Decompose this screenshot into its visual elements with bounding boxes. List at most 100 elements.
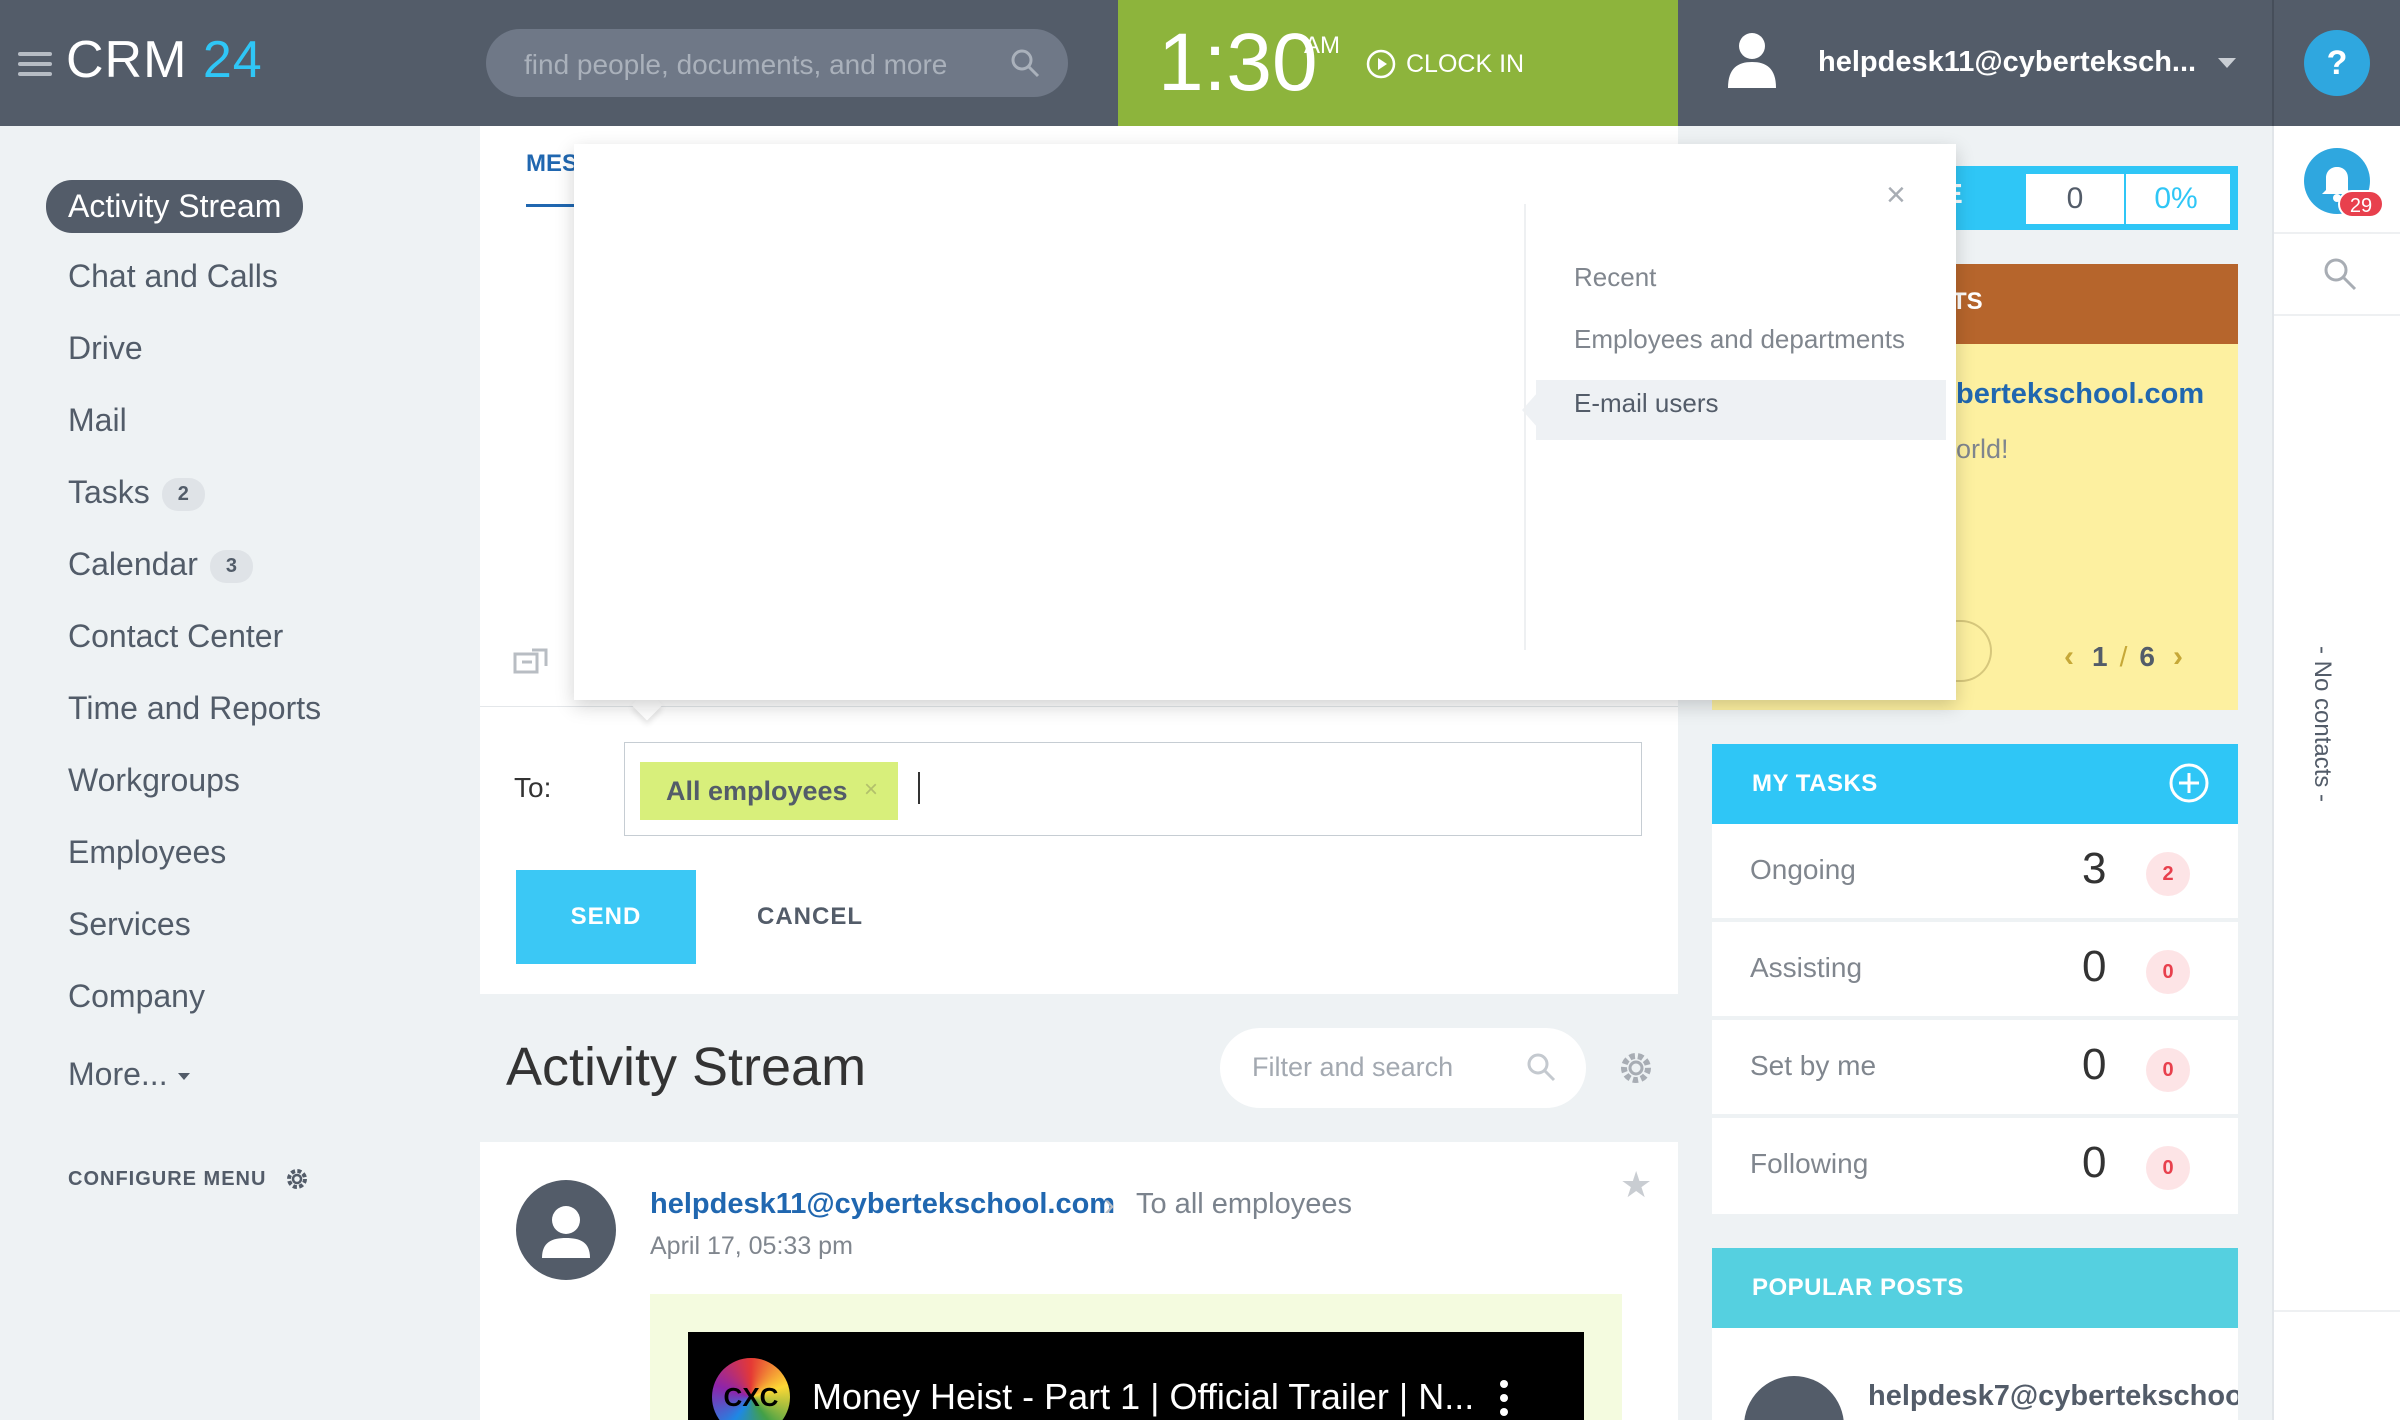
user-avatar-icon — [542, 1206, 590, 1258]
sidebar-item-chat-and-calls[interactable]: Chat and Calls — [68, 258, 278, 295]
clock-in-button[interactable]: CLOCK IN — [1366, 46, 1524, 82]
sidebar-item-services[interactable]: Services — [68, 906, 191, 943]
app-logo[interactable]: CRM 24 — [66, 30, 263, 90]
rail-divider — [2274, 1310, 2400, 1312]
send-button[interactable]: SEND — [516, 870, 696, 964]
filter-placeholder: Filter and search — [1252, 1052, 1454, 1082]
clock-in-label: CLOCK IN — [1406, 49, 1525, 78]
sidebar-item-mail[interactable]: Mail — [68, 402, 127, 439]
sidebar-item-label: Mail — [68, 402, 127, 438]
popup-tab-recent[interactable]: Recent — [1574, 262, 1656, 293]
task-row-ongoing[interactable]: Ongoing 3 2 — [1712, 824, 2238, 920]
popular-posts-title: POPULAR POSTS — [1752, 1274, 1964, 1301]
post-author-link[interactable]: helpdesk11@cybertekschool.com — [650, 1188, 1115, 1221]
play-circle-icon — [1366, 49, 1396, 79]
sidebar-item-workgroups[interactable]: Workgroups — [68, 762, 240, 799]
search-icon[interactable] — [2322, 256, 2358, 292]
close-icon[interactable]: × — [1886, 176, 1906, 215]
menu-hamburger-icon[interactable] — [18, 52, 52, 76]
task-row-label: Ongoing — [1750, 854, 1856, 885]
pager-total: 6 — [2139, 641, 2155, 672]
chevron-right-icon: › — [1104, 1186, 1115, 1222]
sidebar-item-label: Employees — [68, 834, 227, 870]
settings-gear-icon[interactable] — [1618, 1050, 1654, 1086]
clock-widget: 1:30 AM CLOCK IN — [1118, 0, 1678, 126]
favorite-star-icon[interactable]: ★ — [1620, 1164, 1652, 1206]
sidebar-item-label: Company — [68, 978, 205, 1014]
sidebar-item-activity-stream[interactable]: Activity Stream — [46, 180, 304, 233]
task-row-value: 0 — [2082, 1040, 2107, 1089]
sidebar-item-tasks[interactable]: Tasks 2 — [68, 474, 205, 512]
birthday-user-link[interactable]: berteksc‌hool.com — [1956, 378, 2204, 411]
active-tab-underline — [526, 204, 574, 207]
task-row-assisting[interactable]: Assisting 0 0 — [1712, 922, 2238, 1018]
recipient-tag[interactable]: All employees × — [640, 762, 898, 820]
sidebar-item-company[interactable]: Company — [68, 978, 205, 1015]
task-row-following[interactable]: Following 0 0 — [1712, 1118, 2238, 1214]
more-vertical-icon[interactable] — [1500, 1380, 1508, 1420]
sidebar-item-label: Drive — [68, 330, 143, 366]
my-tasks-title[interactable]: MY TASKS — [1752, 770, 1878, 798]
user-avatar-icon — [1728, 33, 1776, 88]
remove-recipient-icon[interactable]: × — [864, 776, 878, 804]
progress-percent: 0% — [2154, 182, 2198, 215]
pager-separator: / — [2119, 641, 2128, 672]
caret-down-icon — [177, 1073, 190, 1081]
birthday-message: orld! — [1956, 434, 2009, 464]
popup-tab-email-users[interactable]: E-mail users — [1574, 388, 1718, 419]
calendar-count-badge: 3 — [209, 550, 253, 584]
text-cursor — [918, 772, 920, 804]
user-menu[interactable]: helpdesk11@cyberteksch... — [1678, 0, 2272, 126]
gear-icon — [287, 1169, 308, 1189]
attach-file-icon[interactable] — [512, 644, 552, 678]
rail-divider — [2274, 314, 2400, 316]
chevron-right-icon[interactable]: › — [2173, 640, 2183, 674]
task-row-value: 0 — [2082, 942, 2107, 991]
global-search-input[interactable]: find people, documents, and more — [486, 29, 1068, 97]
page-title: Activity Stream — [506, 1037, 867, 1097]
sidebar-item-employees[interactable]: Employees — [68, 834, 226, 871]
chevron-left-icon[interactable]: ‹ — [2064, 640, 2074, 674]
sidebar-item-contact-center[interactable]: Contact Center — [68, 618, 283, 655]
logo-text: CRM — [66, 31, 188, 89]
tasks-count-badge: 2 — [161, 478, 205, 512]
post-date: April 17, 05:33 pm — [650, 1232, 853, 1260]
sidebar-item-label: Tasks — [68, 474, 150, 510]
video-title[interactable]: Money Heist - Part 1 | Official Trailer … — [812, 1376, 1474, 1418]
progress-counter: 0 0% — [2026, 174, 2230, 224]
popular-post-author[interactable]: helpdesk7@cybertekschool. — [1868, 1380, 2238, 1413]
popup-tab-employees-and-departments[interactable]: Employees and departments — [1574, 324, 1905, 355]
header-divider — [2272, 0, 2274, 126]
post-destination[interactable]: To all employees — [1136, 1188, 1352, 1221]
cancel-button[interactable]: CANCEL — [722, 870, 898, 964]
clock-ampm: AM — [1304, 32, 1340, 59]
sidebar-item-calendar[interactable]: Calendar 3 — [68, 546, 253, 584]
user-name[interactable]: helpdesk11@cyberteksch... — [1818, 46, 2196, 79]
chevron-down-icon[interactable] — [2218, 58, 2236, 68]
progress-count: 0 — [2026, 174, 2126, 224]
task-row-counter: 0 — [2146, 1146, 2190, 1190]
task-row-counter: 0 — [2146, 1048, 2190, 1092]
task-row-set-by-me[interactable]: Set by me 0 0 — [1712, 1020, 2238, 1116]
task-row-label: Following — [1750, 1148, 1869, 1179]
tab-message[interactable]: MES — [526, 150, 578, 178]
task-row-counter: 0 — [2146, 950, 2190, 994]
right-rail — [2272, 126, 2400, 1420]
sidebar-item-time-and-reports[interactable]: Time and Reports — [68, 690, 321, 727]
task-row-value: 3 — [2082, 844, 2107, 893]
recipient-tag-label: All employees — [666, 775, 848, 806]
task-row-counter: 2 — [2146, 852, 2190, 896]
help-button[interactable]: ? — [2304, 30, 2370, 96]
add-task-icon[interactable] — [2168, 762, 2210, 804]
sidebar-item-label: Contact Center — [68, 618, 284, 654]
search-icon — [1527, 1053, 1556, 1082]
birthdays-title: TS — [1952, 288, 1983, 315]
sidebar-item-drive[interactable]: Drive — [68, 330, 143, 367]
filter-search-input[interactable]: Filter and search — [1220, 1028, 1586, 1108]
sidebar-item-label: Activity Stream — [68, 188, 282, 224]
sidebar-item-more[interactable]: More... — [68, 1056, 190, 1093]
post-author-avatar[interactable] — [516, 1180, 616, 1280]
configure-menu-button[interactable]: CONFIGURE MENU — [68, 1166, 310, 1192]
configure-menu-label: CONFIGURE MENU — [68, 1167, 267, 1190]
search-icon — [1011, 49, 1040, 78]
